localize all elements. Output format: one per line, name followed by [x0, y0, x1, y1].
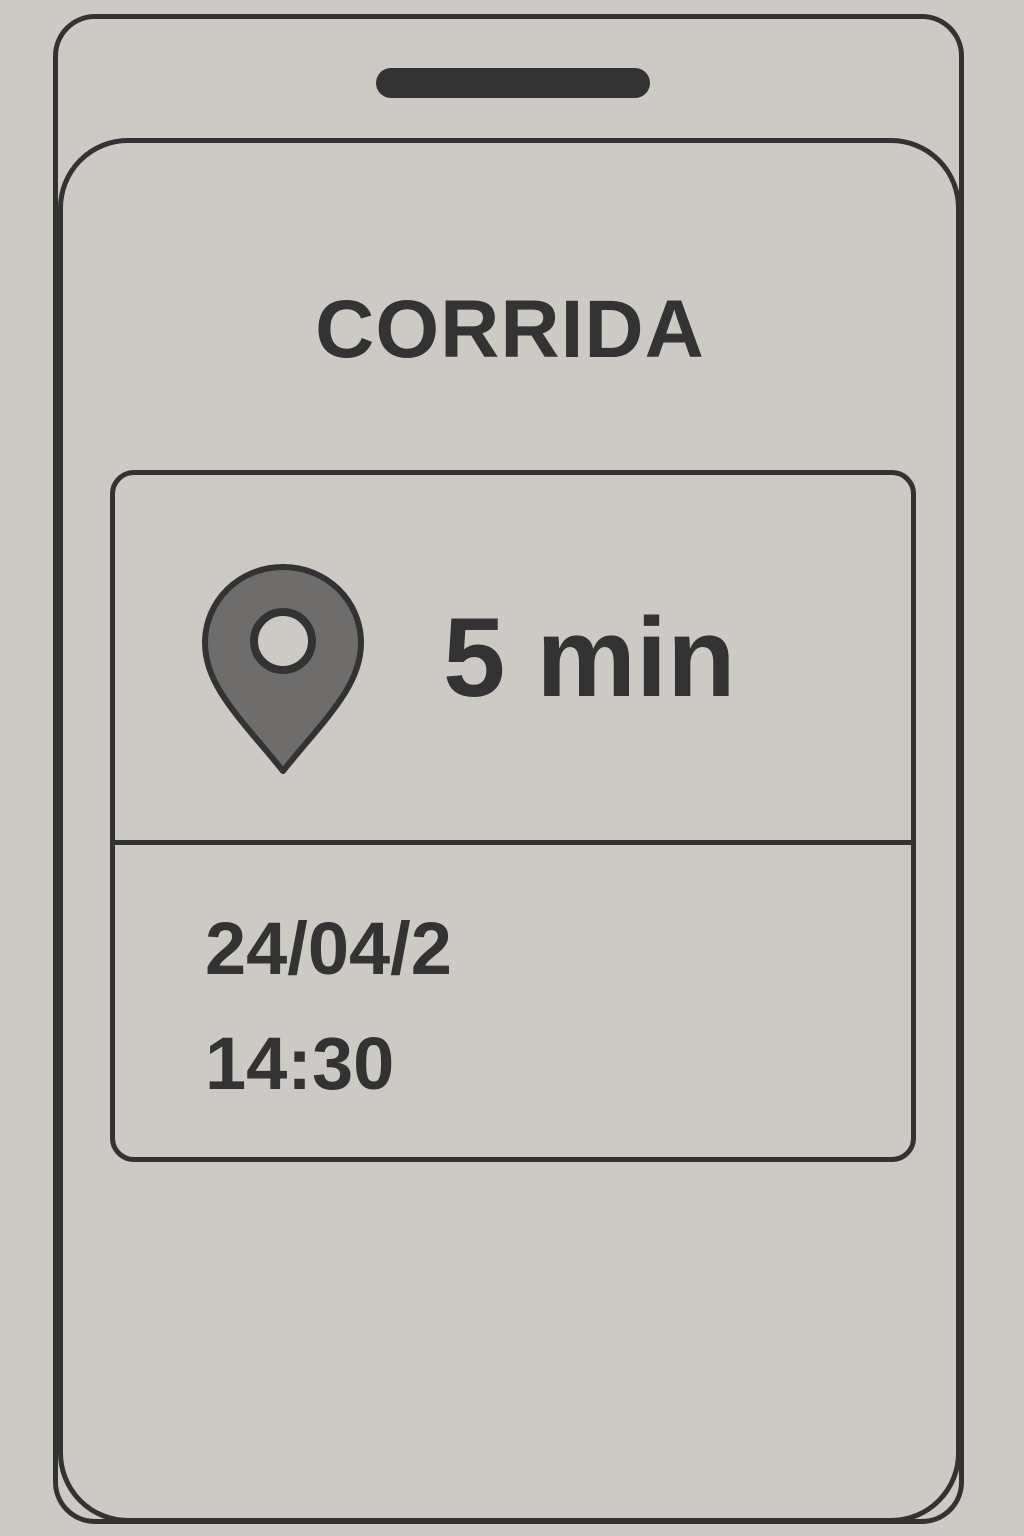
map-pin-icon: [202, 564, 364, 774]
card-divider: [115, 840, 911, 845]
page-title: CORRIDA: [315, 284, 705, 375]
ride-time: 14:30: [205, 1022, 395, 1105]
ride-date: 24/04/2: [205, 907, 452, 990]
phone-speaker: [376, 68, 650, 98]
ride-card[interactable]: 5 min 24/04/2 14:30: [110, 470, 916, 1162]
app-canvas: CORRIDA 5 min 24/04/2 14:30: [0, 0, 1024, 1536]
eta-label: 5 min: [443, 595, 736, 720]
